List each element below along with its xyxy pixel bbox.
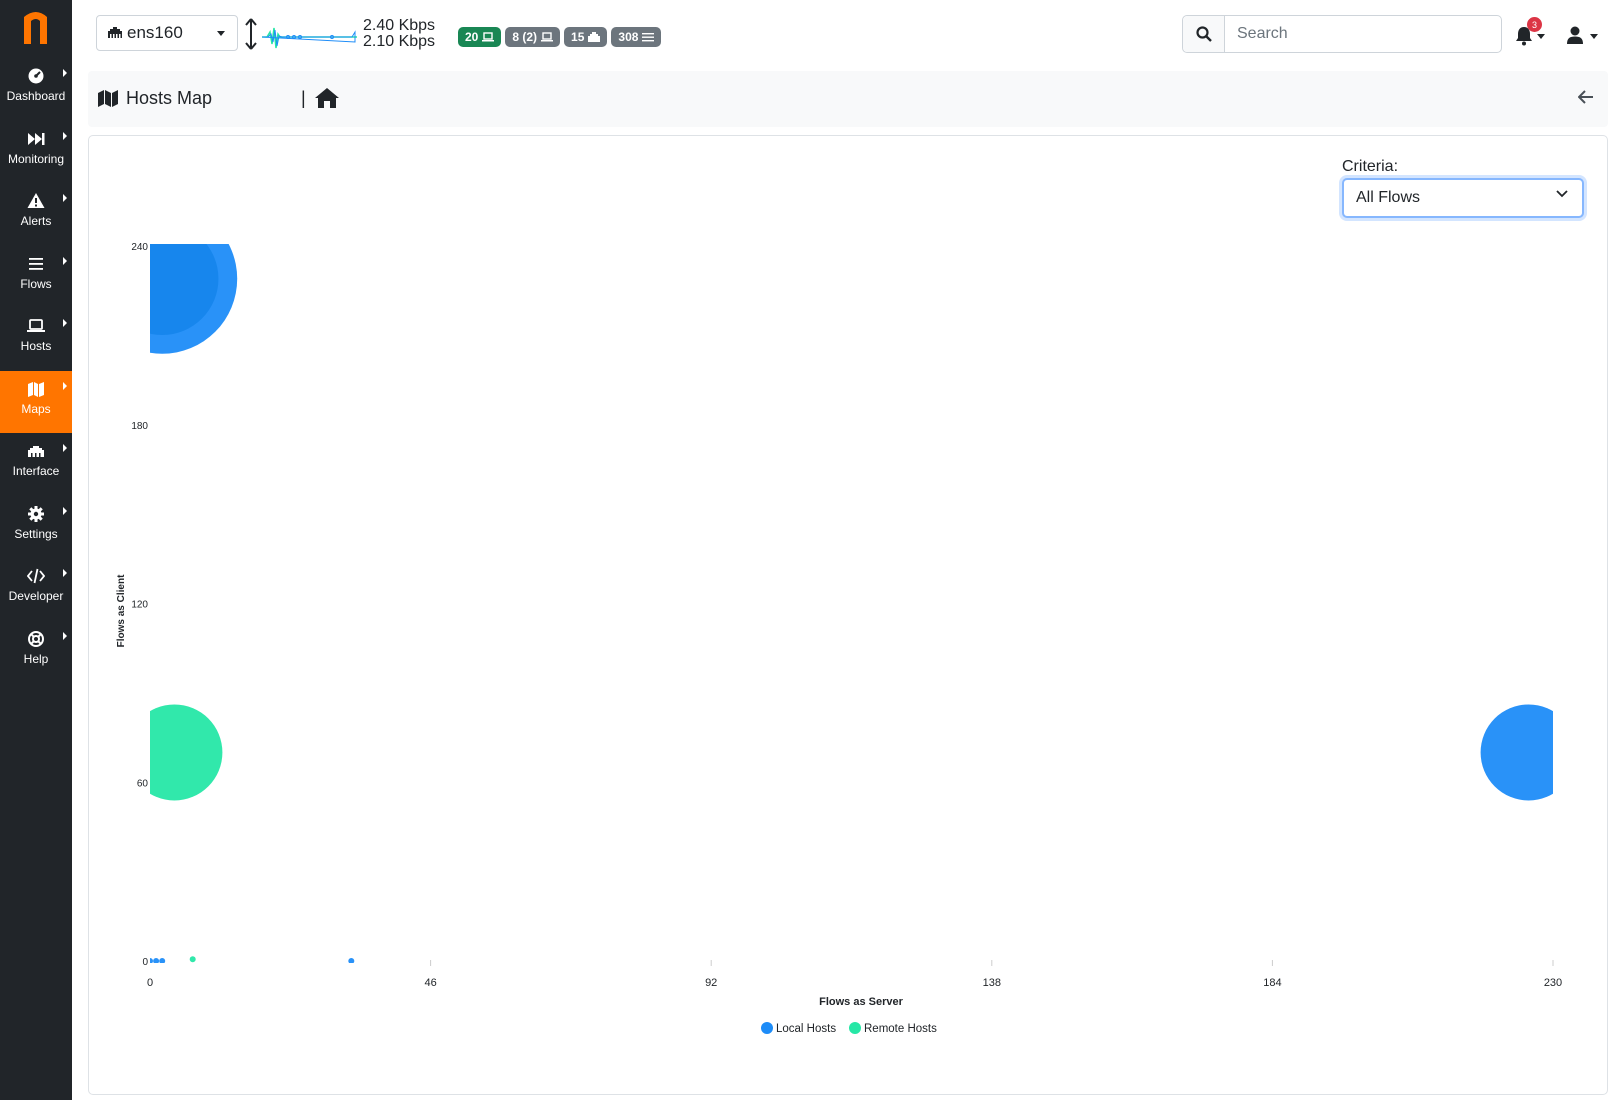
- caret-down-icon: [1537, 34, 1545, 39]
- sidebar-item-label: Alerts: [20, 214, 52, 228]
- breadcrumb: Hosts Map |: [88, 71, 1608, 127]
- page-title: Hosts Map: [98, 88, 212, 109]
- caret-right-icon: [63, 444, 67, 452]
- gauge-icon: [28, 68, 44, 84]
- stats-badges: 20 8 (2) 15 308: [458, 27, 662, 47]
- chevron-down-icon: [1556, 190, 1568, 198]
- sidebar-item-label: Maps: [21, 401, 51, 416]
- sidebar-item-label: Developer: [8, 589, 64, 603]
- laptop-icon: [541, 32, 554, 42]
- caret-right-icon: [63, 381, 67, 390]
- sidebar-item-label: Settings: [14, 526, 58, 541]
- sidebar-item-label: Interface: [12, 464, 60, 478]
- caret-right-icon: [63, 131, 67, 140]
- sidebar-item-settings[interactable]: Settings: [0, 496, 72, 558]
- laptop-icon: [27, 319, 45, 332]
- stats-badge[interactable]: 15: [564, 27, 608, 47]
- search-input[interactable]: [1225, 16, 1495, 52]
- map-icon: [98, 90, 118, 107]
- search-box: [1182, 15, 1502, 53]
- caret-right-icon: [63, 256, 67, 265]
- hosts-map-card: [88, 135, 1608, 1095]
- sidebar-item-label: Flows: [20, 276, 52, 291]
- throughput-sparkline: [262, 27, 357, 49]
- stats-badge[interactable]: 8 (2): [505, 27, 561, 47]
- laptop-icon: [482, 32, 495, 42]
- ntopng-logo[interactable]: [0, 0, 72, 56]
- criteria-label: Criteria:: [1342, 158, 1399, 175]
- alerts-count: 3: [1527, 17, 1542, 32]
- stats-badge[interactable]: 20: [458, 27, 502, 47]
- sidebar-item-help[interactable]: Help: [0, 621, 72, 683]
- sidebar-item-label: Monitoring: [7, 151, 65, 166]
- caret-right-icon: [63, 569, 67, 577]
- user-menu[interactable]: [1566, 22, 1606, 46]
- throughput-down: 2.10 Kbps: [363, 33, 436, 50]
- sidebar-item-hosts[interactable]: Hosts: [0, 308, 72, 370]
- map-icon: [28, 381, 44, 397]
- chevron-down-icon: [217, 31, 225, 36]
- caret-down-icon: [1590, 34, 1598, 39]
- interface-selector[interactable]: ens160: [96, 15, 238, 51]
- user-icon: [1567, 26, 1583, 44]
- caret-right-icon: [63, 506, 67, 515]
- sidebar-item-dashboard[interactable]: Dashboard: [0, 58, 72, 120]
- caret-right-icon: [63, 631, 67, 640]
- ethernet-icon: [588, 32, 601, 42]
- criteria-select[interactable]: All Flows: [1342, 178, 1584, 218]
- sidebar-item-developer[interactable]: Developer: [0, 558, 72, 620]
- sidebar-item-flows[interactable]: Flows: [0, 246, 72, 308]
- sidebar-item-interface[interactable]: Interface: [0, 433, 72, 495]
- search-icon: [1195, 26, 1212, 42]
- fast-forward-icon: [28, 132, 45, 145]
- badge-value: 308: [618, 30, 639, 44]
- badge-value: 20: [465, 30, 479, 44]
- sidebar-item-label: Hosts: [20, 339, 52, 353]
- badge-value: 8 (2): [512, 30, 538, 44]
- alerts-dropdown[interactable]: 3: [1515, 17, 1545, 46]
- life-ring-icon: [28, 630, 44, 647]
- throughput-up: 2.40 Kbps: [363, 17, 436, 34]
- search-button[interactable]: [1183, 16, 1225, 52]
- sidebar-item-monitoring[interactable]: Monitoring: [0, 121, 72, 183]
- breadcrumb-separator: |: [301, 88, 306, 108]
- ethernet-icon: [108, 27, 122, 38]
- bars-icon: [29, 257, 43, 270]
- criteria-selected: All Flows: [1356, 189, 1421, 206]
- sidebar: Dashboard Monitoring Alerts Flows Hosts Maps I…: [0, 0, 72, 1100]
- page-title-text: Hosts Map: [126, 88, 213, 108]
- badge-value: 15: [571, 30, 585, 44]
- caret-right-icon: [63, 194, 67, 202]
- warning-icon: [27, 193, 45, 208]
- sidebar-item-maps[interactable]: Maps: [0, 370, 72, 433]
- bars-icon: [642, 33, 655, 42]
- sidebar-item-label: Dashboard: [6, 89, 66, 103]
- sidebar-item-alerts[interactable]: Alerts: [0, 183, 72, 245]
- interface-name: ens160: [127, 23, 183, 42]
- caret-right-icon: [63, 69, 67, 77]
- caret-right-icon: [63, 319, 67, 327]
- logo-icon: [24, 12, 47, 44]
- stats-badge[interactable]: 308: [611, 27, 662, 47]
- sidebar-item-label: Help: [23, 651, 49, 666]
- up-down-arrow-icon: [245, 18, 257, 50]
- home-icon[interactable]: [315, 88, 339, 108]
- gear-icon: [28, 505, 44, 522]
- code-icon: [27, 568, 45, 584]
- arrow-left-icon[interactable]: [1578, 90, 1594, 104]
- throughput-readout: 2.40 Kbps 2.10 Kbps: [363, 18, 435, 50]
- ethernet-icon: [28, 446, 44, 457]
